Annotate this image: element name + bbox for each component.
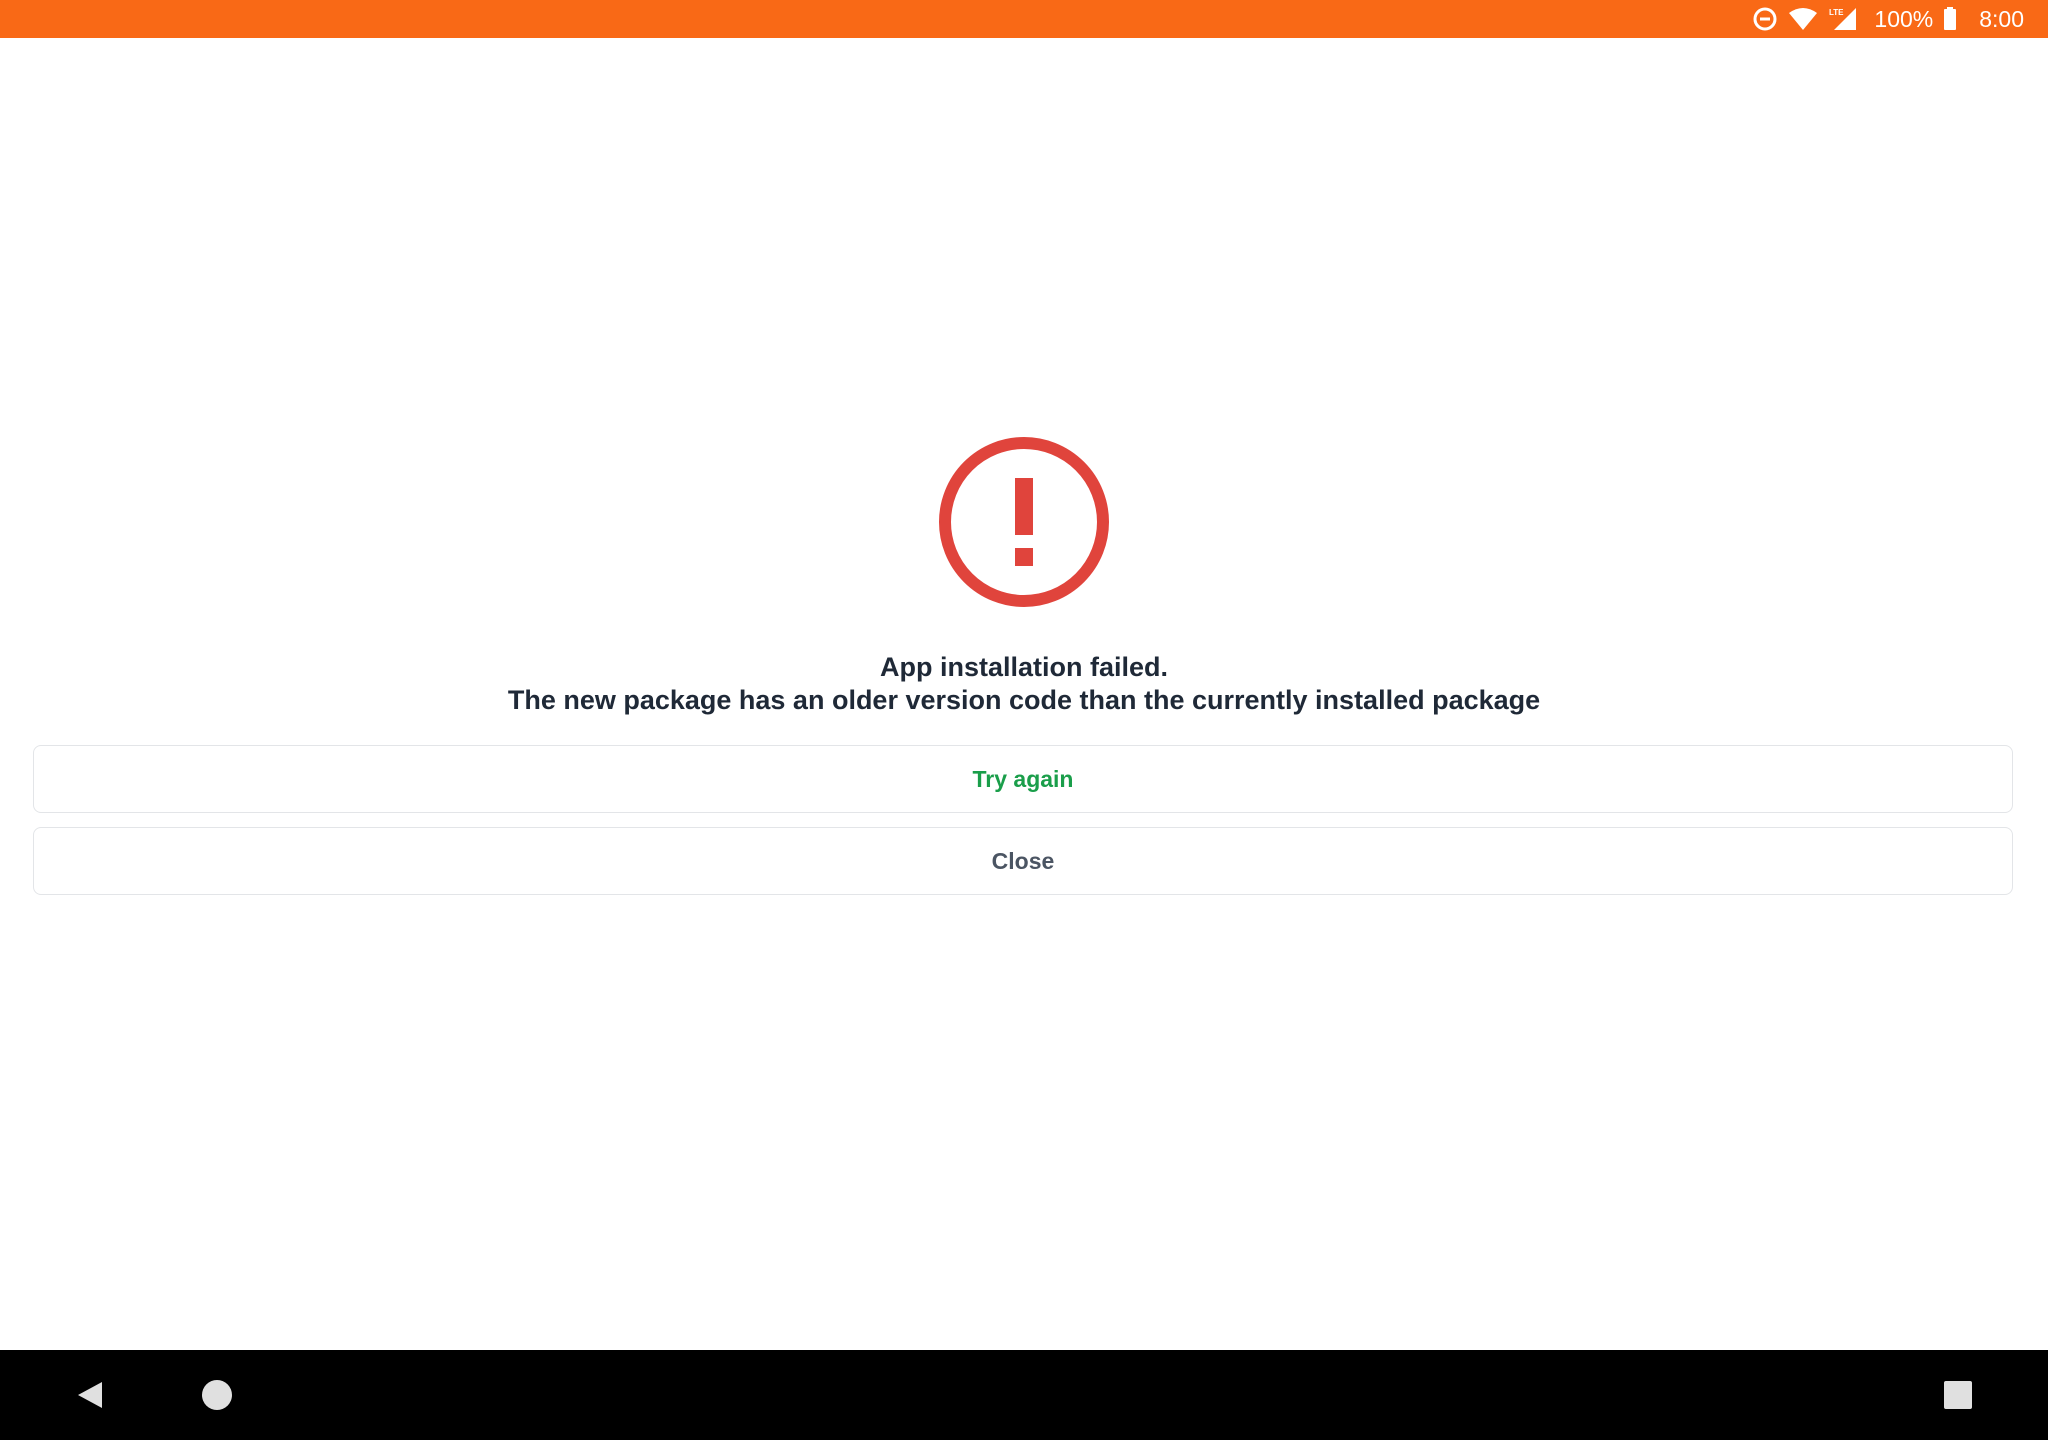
try-again-button[interactable]: Try again xyxy=(33,745,2013,813)
clock: 8:00 xyxy=(1979,5,2024,32)
error-message: App installation failed. The new package… xyxy=(0,651,2048,717)
error-title: App installation failed. xyxy=(879,652,1169,682)
recents-icon[interactable] xyxy=(1913,1350,2003,1440)
wifi-icon xyxy=(1788,6,1818,32)
lte-signal-icon: LTE xyxy=(1828,6,1858,32)
navigation-bar xyxy=(0,1350,2048,1440)
close-button[interactable]: Close xyxy=(33,827,2013,895)
error-detail: The new package has an older version cod… xyxy=(507,685,1541,715)
battery-percent: 100% xyxy=(1874,5,1934,32)
battery-icon xyxy=(1943,6,1957,32)
lte-label: LTE xyxy=(1829,8,1844,17)
home-icon[interactable] xyxy=(172,1350,262,1440)
status-icons: LTE 100% 8:00 xyxy=(1752,0,2024,38)
screen: LTE 100% 8:00 App installation failed. T… xyxy=(0,0,2048,1440)
data-saver-icon xyxy=(1752,6,1778,32)
alert-circle-icon xyxy=(936,434,1112,610)
status-bar: LTE 100% 8:00 xyxy=(0,0,2048,38)
back-icon[interactable] xyxy=(45,1350,135,1440)
